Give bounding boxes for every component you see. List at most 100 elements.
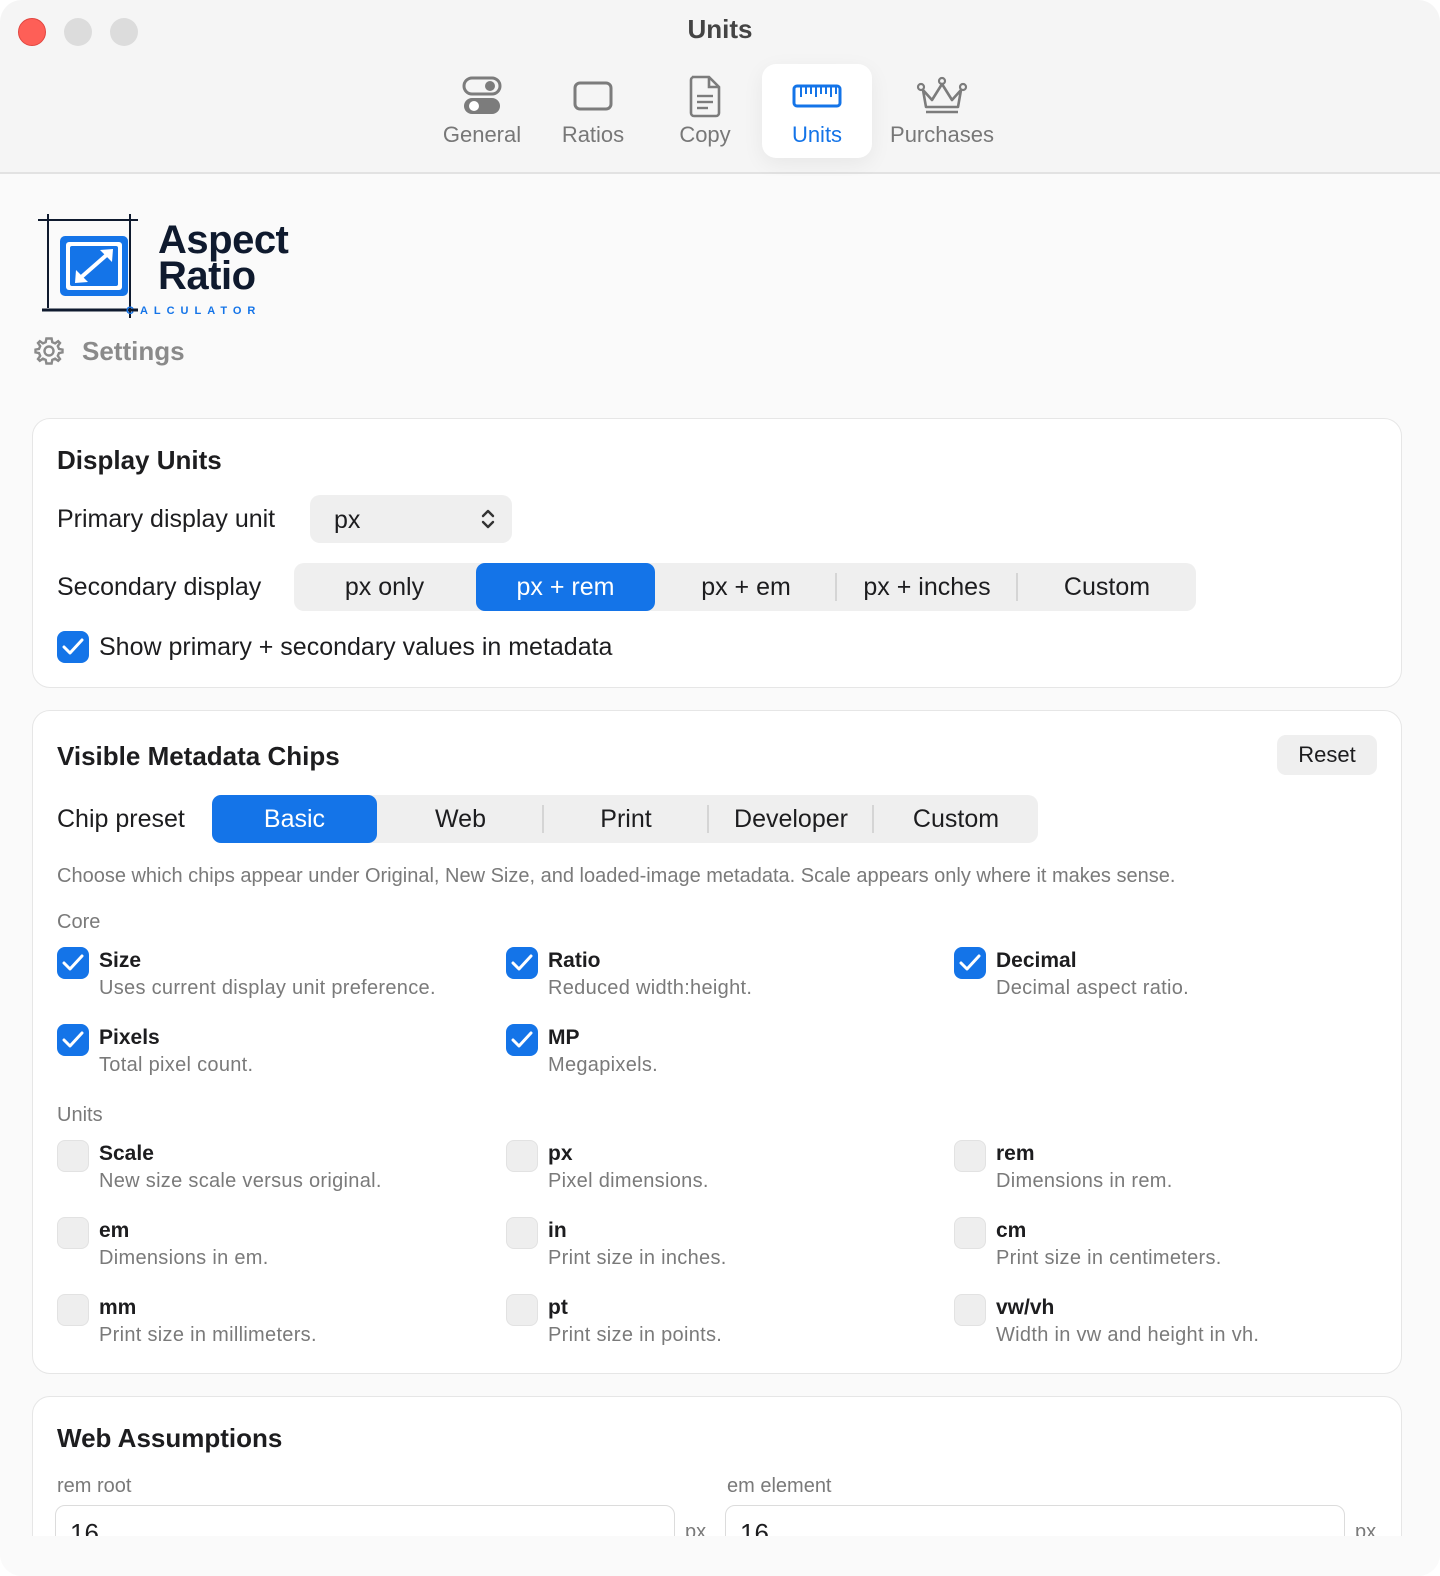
chip-desc: New size scale versus original. bbox=[99, 1170, 382, 1192]
primary-unit-value: px bbox=[334, 506, 361, 534]
secondary-option-px-rem[interactable]: px + rem bbox=[476, 563, 655, 611]
chip-name: Pixels bbox=[99, 1026, 160, 1049]
chip-checkbox[interactable] bbox=[954, 947, 986, 979]
preferences-toolbar: General Ratios Copy Units Purchases bbox=[0, 64, 1440, 160]
units-group-label: Units bbox=[57, 1104, 103, 1126]
tab-units[interactable]: Units bbox=[762, 64, 872, 158]
logo-wordmark: Aspect Ratio bbox=[158, 220, 289, 298]
tab-purchases-label: Purchases bbox=[890, 122, 994, 147]
chip-option-pixels[interactable]: Pixels Total pixel count. bbox=[57, 1024, 477, 1084]
chip-option-ratio[interactable]: Ratio Reduced width:height. bbox=[506, 947, 926, 1007]
tab-general-label: General bbox=[442, 122, 522, 147]
scroll-clip bbox=[0, 1536, 1440, 1576]
chip-option-scale[interactable]: Scale New size scale versus original. bbox=[57, 1140, 477, 1200]
checkmark-icon bbox=[959, 954, 981, 971]
chip-checkbox[interactable] bbox=[954, 1294, 986, 1326]
secondary-option-px-em[interactable]: px + em bbox=[656, 563, 836, 611]
chip-name: Size bbox=[99, 949, 142, 972]
chip-name: in bbox=[548, 1219, 567, 1242]
checkmark-icon bbox=[511, 1031, 533, 1048]
settings-content: Aspect Ratio CALCULATOR Settings Display… bbox=[0, 176, 1440, 1576]
chip-option-em[interactable]: em Dimensions in em. bbox=[57, 1217, 477, 1277]
secondary-option-custom[interactable]: Custom bbox=[1018, 563, 1196, 611]
checkmark-icon bbox=[62, 638, 84, 655]
chip-option-px[interactable]: px Pixel dimensions. bbox=[506, 1140, 926, 1200]
preset-option-print[interactable]: Print bbox=[544, 795, 708, 843]
up-down-chevron-icon bbox=[481, 509, 495, 529]
chip-name: Scale bbox=[99, 1142, 154, 1165]
checkmark-icon bbox=[62, 954, 84, 971]
chips-description: Choose which chips appear under Original… bbox=[57, 865, 1176, 887]
chip-checkbox[interactable] bbox=[506, 1140, 538, 1172]
chip-name: Decimal bbox=[996, 949, 1077, 972]
primary-unit-popup[interactable]: px bbox=[310, 495, 512, 543]
logo-line-2: Ratio bbox=[158, 254, 256, 298]
chip-desc: Reduced width:height. bbox=[548, 977, 753, 999]
chip-name: pt bbox=[548, 1296, 568, 1319]
chip-name: Ratio bbox=[548, 949, 601, 972]
rem-root-label: rem root bbox=[57, 1475, 132, 1497]
checkmark-icon bbox=[62, 1031, 84, 1048]
checkmark-icon bbox=[511, 954, 533, 971]
secondary-display-label: Secondary display bbox=[57, 573, 262, 601]
chip-name: rem bbox=[996, 1142, 1035, 1165]
tab-ratios[interactable]: Ratios bbox=[544, 64, 642, 158]
chip-name: vw/vh bbox=[996, 1296, 1055, 1319]
chip-desc: Decimal aspect ratio. bbox=[996, 977, 1190, 999]
chip-checkbox[interactable] bbox=[506, 1217, 538, 1249]
metadata-chips-card: Visible Metadata Chips Reset Chip preset… bbox=[32, 710, 1402, 1374]
chip-checkbox[interactable] bbox=[57, 1024, 89, 1056]
chip-name: MP bbox=[548, 1026, 580, 1049]
preferences-window: Units General Ratios Copy Units Purchase… bbox=[0, 0, 1440, 1576]
chip-desc: Uses current display unit preference. bbox=[99, 977, 436, 999]
secondary-option-px-inches[interactable]: px + inches bbox=[837, 563, 1017, 611]
chip-option-size[interactable]: Size Uses current display unit preferenc… bbox=[57, 947, 477, 1007]
preset-option-developer[interactable]: Developer bbox=[709, 795, 873, 843]
show-metadata-label: Show primary + secondary values in metad… bbox=[99, 633, 613, 661]
chip-desc: Print size in points. bbox=[548, 1324, 723, 1346]
chip-desc: Print size in centimeters. bbox=[996, 1247, 1222, 1269]
chip-checkbox[interactable] bbox=[954, 1217, 986, 1249]
chip-desc: Width in vw and height in vh. bbox=[996, 1324, 1260, 1346]
chip-checkbox[interactable] bbox=[506, 1024, 538, 1056]
chip-option-rem[interactable]: rem Dimensions in rem. bbox=[954, 1140, 1374, 1200]
chip-checkbox[interactable] bbox=[57, 1294, 89, 1326]
secondary-option-px-only[interactable]: px only bbox=[294, 563, 475, 611]
chip-name: px bbox=[548, 1142, 573, 1165]
chip-option-cm[interactable]: cm Print size in centimeters. bbox=[954, 1217, 1374, 1277]
tab-copy[interactable]: Copy bbox=[656, 64, 754, 158]
web-assumptions-title: Web Assumptions bbox=[57, 1423, 283, 1453]
show-metadata-checkbox[interactable] bbox=[57, 631, 89, 663]
chip-checkbox[interactable] bbox=[57, 1217, 89, 1249]
tab-purchases[interactable]: Purchases bbox=[878, 64, 1006, 158]
chip-desc: Print size in millimeters. bbox=[99, 1324, 317, 1346]
chip-desc: Dimensions in em. bbox=[99, 1247, 269, 1269]
preset-option-web[interactable]: Web bbox=[378, 795, 543, 843]
preset-option-custom[interactable]: Custom bbox=[874, 795, 1038, 843]
gear-icon bbox=[34, 337, 64, 365]
chip-option-in[interactable]: in Print size in inches. bbox=[506, 1217, 926, 1277]
toggles-icon bbox=[430, 74, 534, 118]
display-units-card: Display Units Primary display unit px Se… bbox=[32, 418, 1402, 688]
preset-option-basic[interactable]: Basic bbox=[212, 795, 377, 843]
chip-option-pt[interactable]: pt Print size in points. bbox=[506, 1294, 926, 1354]
settings-heading: Settings bbox=[34, 336, 185, 366]
chip-option-vw-vh[interactable]: vw/vh Width in vw and height in vh. bbox=[954, 1294, 1374, 1354]
reset-button[interactable]: Reset bbox=[1277, 735, 1377, 775]
secondary-display-segmented: px only px + rem px + em px + inches Cus… bbox=[294, 563, 1196, 611]
em-element-label: em element bbox=[727, 1475, 832, 1497]
tab-ratios-label: Ratios bbox=[561, 122, 625, 147]
chip-desc: Dimensions in rem. bbox=[996, 1170, 1173, 1192]
rectangle-icon bbox=[544, 74, 642, 118]
chip-checkbox[interactable] bbox=[57, 947, 89, 979]
logo-subtitle: CALCULATOR bbox=[126, 305, 262, 317]
chip-checkbox[interactable] bbox=[954, 1140, 986, 1172]
chip-option-decimal[interactable]: Decimal Decimal aspect ratio. bbox=[954, 947, 1374, 1007]
chip-checkbox[interactable] bbox=[506, 947, 538, 979]
chip-option-mp[interactable]: MP Megapixels. bbox=[506, 1024, 926, 1084]
display-units-title: Display Units bbox=[57, 445, 222, 475]
tab-general[interactable]: General bbox=[430, 64, 534, 158]
chip-checkbox[interactable] bbox=[506, 1294, 538, 1326]
chip-option-mm[interactable]: mm Print size in millimeters. bbox=[57, 1294, 477, 1354]
chip-checkbox[interactable] bbox=[57, 1140, 89, 1172]
